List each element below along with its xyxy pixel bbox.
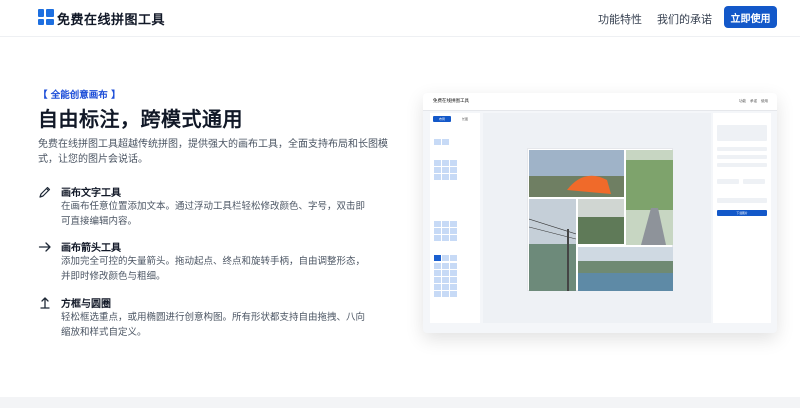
photo-forest-wall xyxy=(578,199,624,244)
template-thumb xyxy=(442,255,457,261)
preview-header: 免费在线拼图工具 功能 承诺 使用 xyxy=(423,93,777,111)
template-thumb-selected xyxy=(434,255,441,261)
site-logo-text[interactable]: 免费在线拼图工具 xyxy=(57,9,165,28)
template-thumb-group xyxy=(434,160,457,180)
template-thumb xyxy=(434,139,449,145)
hero-description: 免费在线拼图工具超越传统拼图，提供强大的画布工具，全面支持布局和长图模式，让您的… xyxy=(38,139,388,165)
feature-title: 画布文字工具 xyxy=(61,188,121,199)
preview-collage-canvas xyxy=(527,148,673,291)
preview-nav-item: 承诺 xyxy=(750,99,757,103)
preview-nav-item: 功能 xyxy=(739,99,746,103)
nav-link-promise[interactable]: 我们的承诺 xyxy=(657,11,712,27)
arrow-right-icon xyxy=(38,242,51,252)
feature-title: 方框与圆圈 xyxy=(61,299,111,310)
preview-tab-long: 长图 xyxy=(461,117,468,121)
section-eyebrow: 【 全能创意画布 】 xyxy=(38,90,121,101)
app-preview-screenshot: 免费在线拼图工具 功能 承诺 使用 布局 长图 下载图片 xyxy=(423,93,777,333)
footer-strip xyxy=(0,397,800,408)
photo-road-trees xyxy=(626,150,673,245)
template-thumb-group xyxy=(434,263,457,297)
template-thumb-group xyxy=(434,221,457,241)
preview-tab-layout: 布局 xyxy=(433,116,451,122)
feature-description: 添加完全可控的矢量箭头。拖动起点、终点和旋转手柄，自由调整形态，并即时修改颜色与… xyxy=(61,256,366,282)
start-now-button[interactable]: 立即使用 xyxy=(724,6,777,28)
crop-icon xyxy=(40,297,50,309)
photo-lake xyxy=(578,247,673,291)
site-header: 免费在线拼图工具 功能特性 我们的承诺 立即使用 xyxy=(0,0,800,37)
preview-nav-item: 使用 xyxy=(761,99,768,103)
photo-power-lines xyxy=(529,199,576,291)
pencil-icon xyxy=(39,186,51,198)
nav-link-features[interactable]: 功能特性 xyxy=(598,11,642,27)
photo-tent xyxy=(529,150,624,197)
feature-description: 轻松框选重点，或用椭圆进行创意构图。所有形状都支持自由拖拽、八向缩放和样式自定义… xyxy=(61,312,366,338)
logo-grid-icon xyxy=(38,9,54,25)
page-title: 自由标注，跨模式通用 xyxy=(38,107,243,131)
preview-title: 免费在线拼图工具 xyxy=(433,99,469,104)
preview-download-button: 下载图片 xyxy=(717,210,767,216)
feature-title: 画布箭头工具 xyxy=(61,243,121,254)
preview-template-panel: 布局 长图 xyxy=(430,113,480,323)
preview-settings-panel: 下载图片 xyxy=(713,113,771,323)
feature-description: 在画布任意位置添加文本。通过浮动工具栏轻松修改颜色、字号，双击即可直接编辑内容。 xyxy=(61,201,366,227)
